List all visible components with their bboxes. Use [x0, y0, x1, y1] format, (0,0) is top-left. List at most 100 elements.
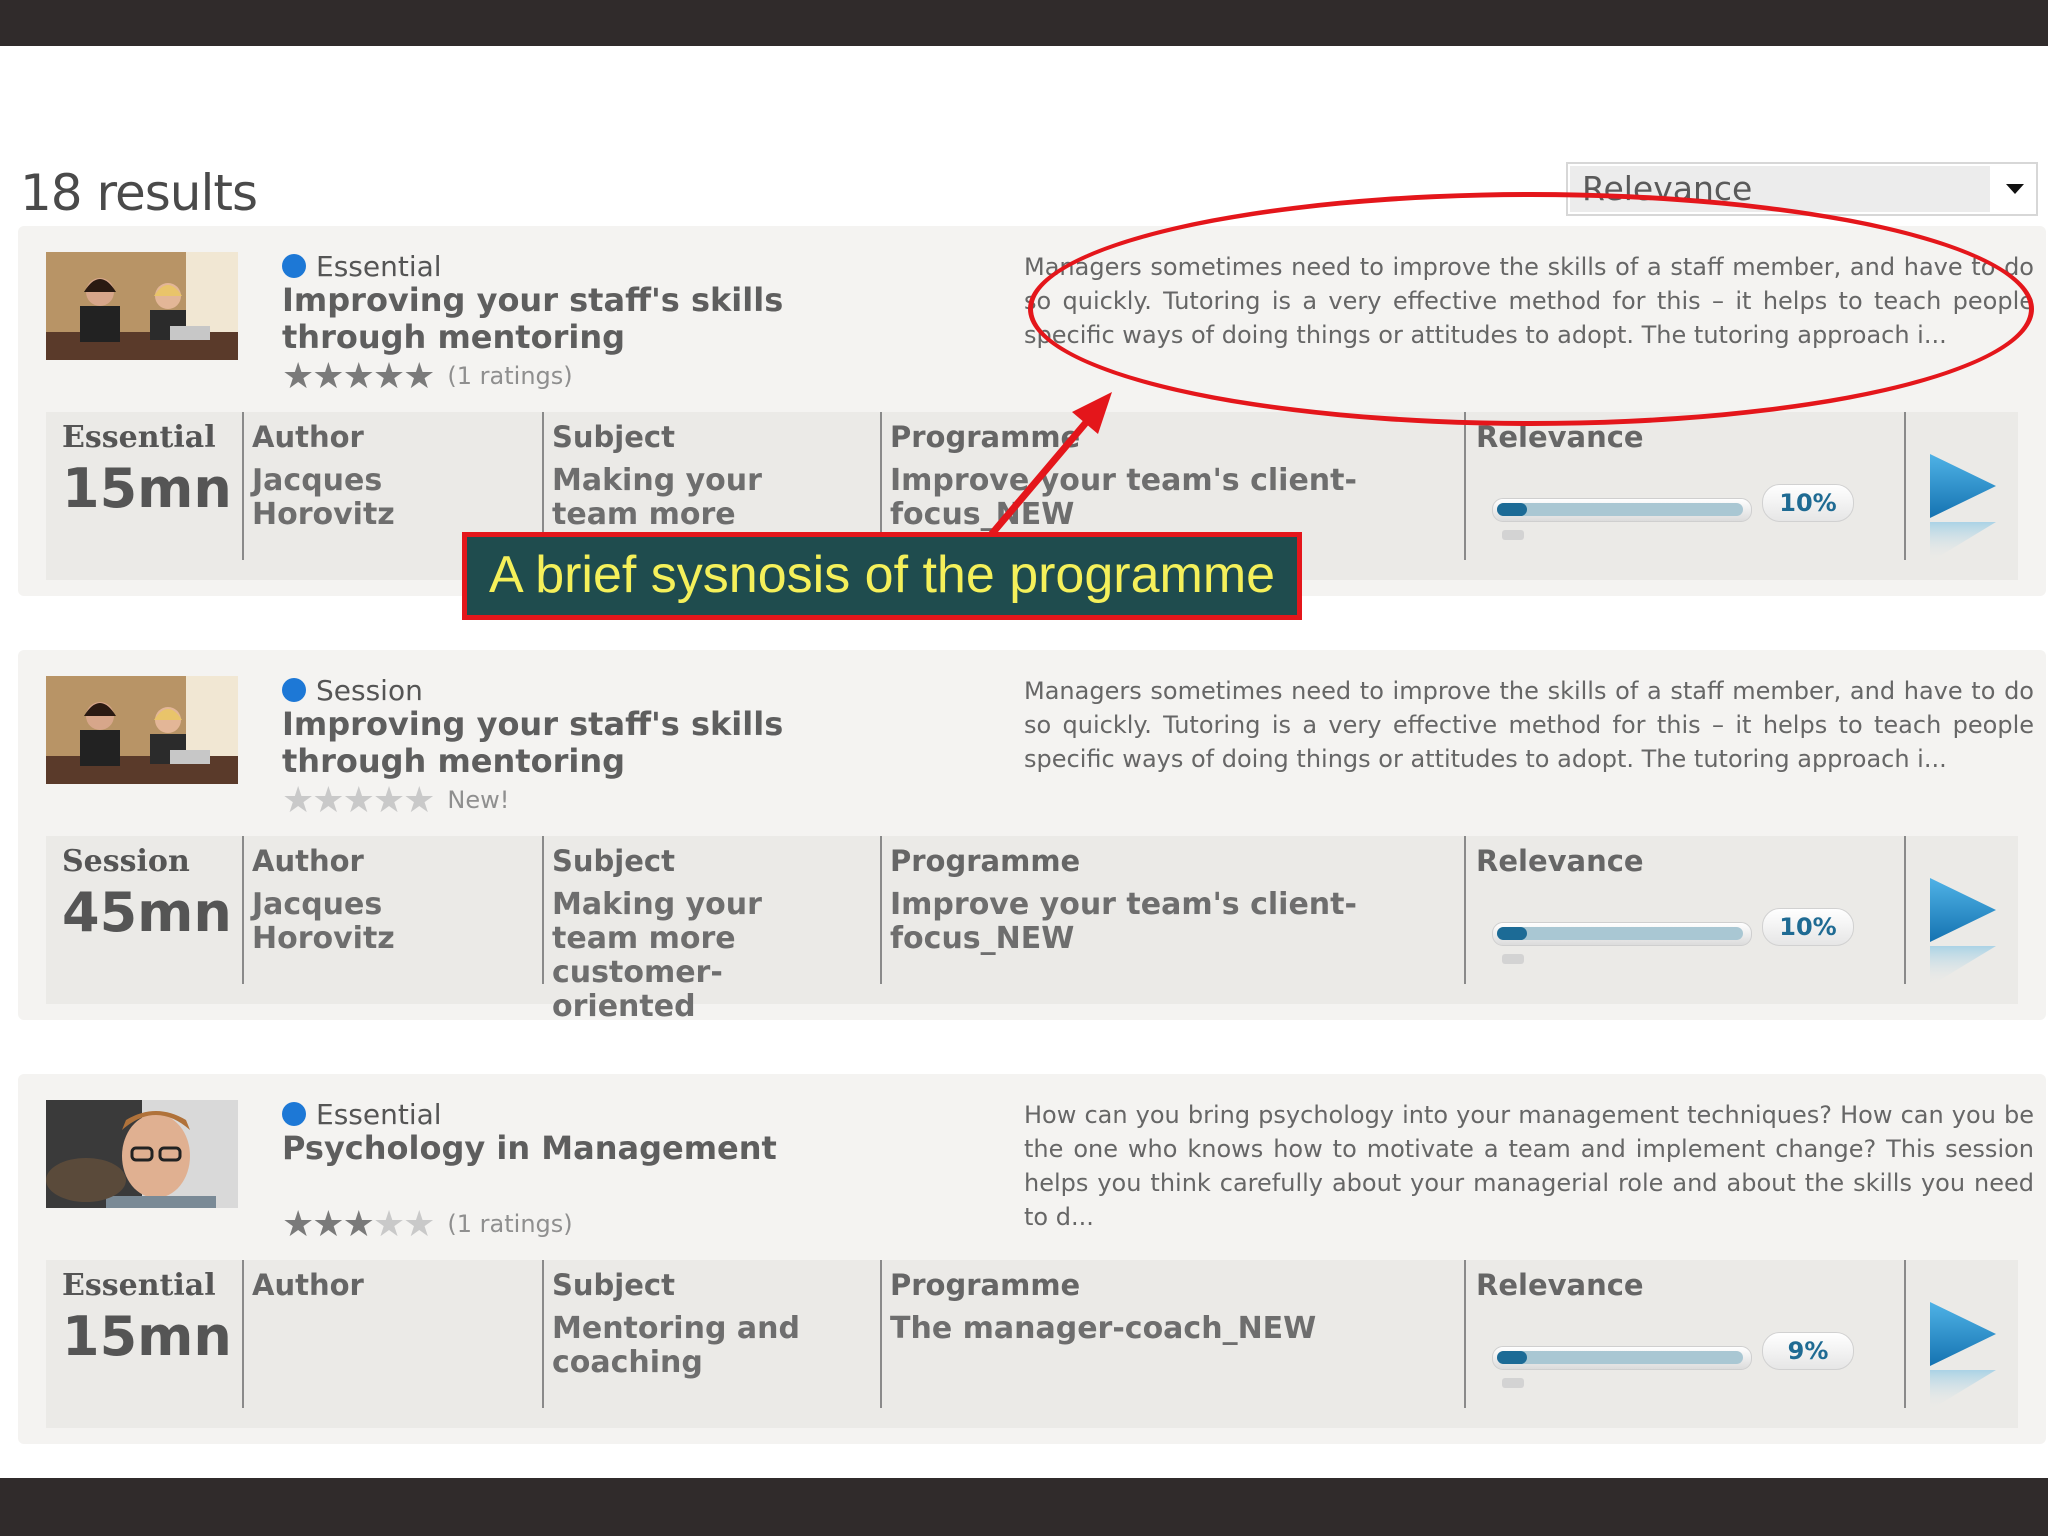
star-icon[interactable]: ★ [282, 356, 314, 397]
result-card: Session Improving your staff's skills th… [18, 650, 2046, 1024]
column-divider [1464, 412, 1466, 560]
star-icon[interactable]: ★ [282, 780, 314, 821]
star-icon[interactable]: ★ [403, 780, 435, 821]
star-icon[interactable]: ★ [312, 356, 344, 397]
relevance-column: Relevance 10% [1476, 836, 1876, 984]
subject-column: Subject Mentoring and coaching [552, 1260, 852, 1408]
type-dot-icon [282, 678, 306, 702]
star-icon[interactable]: ★ [403, 356, 435, 397]
annotation-ellipse [1028, 192, 2034, 426]
star-icon[interactable]: ★ [373, 1204, 405, 1245]
bottom-bar [0, 1478, 2048, 1536]
column-divider [242, 836, 244, 984]
type-dot-icon [282, 254, 306, 278]
subject-value: Making your team more customer-oriented [552, 887, 762, 1024]
relevance-column: Relevance 9% [1476, 1260, 1876, 1408]
duration-column: Essential 15mn [62, 1260, 232, 1408]
column-divider [1464, 1260, 1466, 1408]
relevance-percent: 10% [1762, 908, 1854, 946]
result-thumbnail[interactable] [46, 676, 238, 784]
star-icon[interactable]: ★ [312, 1204, 344, 1245]
result-type: Essential [282, 1098, 442, 1131]
star-icon[interactable]: ★ [343, 356, 375, 397]
star-icon[interactable]: ★ [312, 780, 344, 821]
duration-column: Essential 15mn [62, 412, 232, 560]
result-title[interactable]: Improving your staff's skills through me… [282, 282, 842, 356]
duration-value: 15mn [62, 457, 232, 520]
author-value: Jacques Horovitz [252, 887, 395, 956]
result-thumbnail[interactable] [46, 252, 238, 360]
programme-column: Programme The manager-coach_NEW [890, 1260, 1450, 1408]
subject-label: Subject [552, 420, 675, 454]
column-divider [242, 412, 244, 560]
author-value: Jacques Horovitz [252, 463, 395, 532]
duration-type: Essential [62, 420, 216, 455]
result-type: Essential [282, 250, 442, 283]
subject-label: Subject [552, 1268, 675, 1302]
result-type: Session [282, 674, 423, 707]
subject-label: Subject [552, 844, 675, 878]
type-dot-icon [282, 1102, 306, 1126]
result-details: Essential 15mn Author Subject Mentoring … [46, 1260, 2018, 1428]
relevance-column: Relevance 10% [1476, 412, 1876, 560]
top-bar [0, 0, 2048, 46]
rating-text: (1 ratings) [447, 1210, 573, 1238]
chevron-down-icon[interactable] [2006, 184, 2024, 194]
rating-stars[interactable]: ★★★★★ (1 ratings) [282, 356, 573, 397]
programme-value: Improve your team's client-focus_NEW [890, 463, 1357, 532]
results-count: 18 results [20, 164, 258, 222]
duration-value: 15mn [62, 1305, 232, 1368]
duration-type: Essential [62, 1268, 216, 1303]
rating-stars[interactable]: ★★★★★ (1 ratings) [282, 1204, 573, 1245]
relevance-bar [1492, 1346, 1752, 1370]
column-divider [1464, 836, 1466, 984]
programme-value: The manager-coach_NEW [890, 1311, 1317, 1346]
rating-text: New! [447, 786, 510, 814]
author-label: Author [252, 1268, 364, 1302]
rating-stars[interactable]: ★★★★★ New! [282, 780, 509, 821]
programme-label: Programme [890, 844, 1081, 878]
result-thumbnail[interactable] [46, 1100, 238, 1208]
column-divider [1904, 412, 1906, 560]
duration-value: 45mn [62, 881, 232, 944]
result-details: Session 45mn Author Jacques Horovitz Sub… [46, 836, 2018, 1024]
subject-column: Subject Making your team more customer-o… [552, 836, 852, 1024]
author-column: Author Jacques Horovitz [252, 836, 532, 984]
star-icon[interactable]: ★ [403, 1204, 435, 1245]
relevance-percent: 9% [1762, 1332, 1854, 1370]
play-icon[interactable] [1926, 874, 2006, 994]
column-divider [1904, 1260, 1906, 1408]
annotation-callout: A brief sysnosis of the programme [462, 532, 1302, 620]
result-synopsis: How can you bring psychology into your m… [1024, 1101, 2034, 1231]
star-icon[interactable]: ★ [373, 356, 405, 397]
subject-value: Mentoring and coaching [552, 1311, 800, 1380]
column-divider [1904, 836, 1906, 984]
column-divider [880, 836, 882, 984]
result-title[interactable]: Psychology in Management [282, 1130, 842, 1167]
duration-type: Session [62, 844, 190, 879]
relevance-fill [1497, 1351, 1527, 1364]
relevance-percent: 10% [1762, 484, 1854, 522]
star-icon[interactable]: ★ [343, 1204, 375, 1245]
play-icon[interactable] [1926, 450, 2006, 570]
programme-label: Programme [890, 420, 1081, 454]
relevance-fill [1497, 927, 1527, 940]
result-card: Essential Psychology in Management ★★★★★… [18, 1074, 2046, 1444]
column-divider [542, 836, 544, 984]
programme-label: Programme [890, 1268, 1081, 1302]
play-icon[interactable] [1926, 1298, 2006, 1418]
relevance-label: Relevance [1476, 1268, 1644, 1302]
relevance-bar [1492, 498, 1752, 522]
star-icon[interactable]: ★ [343, 780, 375, 821]
author-label: Author [252, 420, 364, 454]
star-icon[interactable]: ★ [373, 780, 405, 821]
author-column: Author [252, 1260, 532, 1408]
result-synopsis: Managers sometimes need to improve the s… [1024, 677, 2034, 773]
duration-column: Session 45mn [62, 836, 232, 984]
programme-value: Improve your team's client-focus_NEW [890, 887, 1357, 956]
result-title[interactable]: Improving your staff's skills through me… [282, 706, 842, 780]
rating-text: (1 ratings) [447, 362, 573, 390]
star-icon[interactable]: ★ [282, 1204, 314, 1245]
column-divider [880, 1260, 882, 1408]
relevance-fill [1497, 503, 1527, 516]
